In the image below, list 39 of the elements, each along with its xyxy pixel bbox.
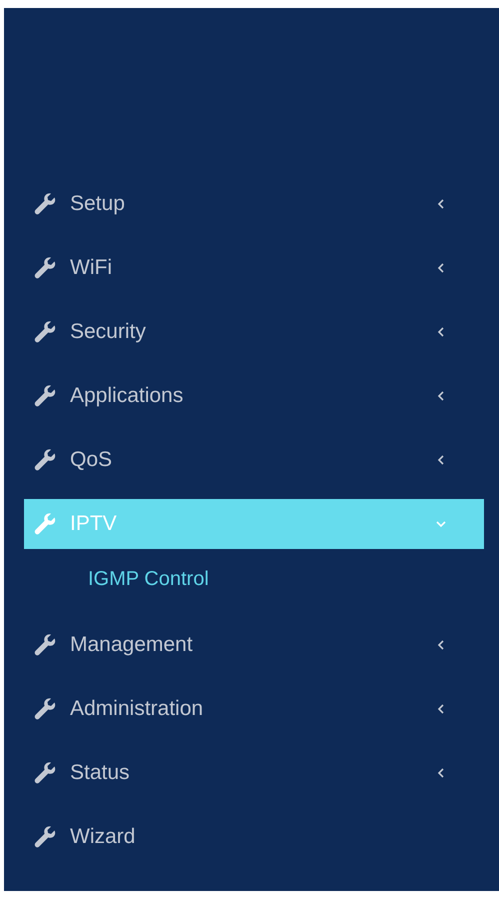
- menu-item[interactable]: Security: [24, 307, 484, 357]
- wrench-icon: [32, 697, 58, 721]
- chevron-left-icon: [436, 704, 446, 714]
- menu-item[interactable]: Status: [24, 748, 484, 798]
- menu-item-label: IPTV: [70, 512, 118, 536]
- wrench-icon: [32, 448, 58, 472]
- wrench-icon: [32, 512, 58, 536]
- menu-item-label: Management: [70, 633, 194, 657]
- menu-item-label: Setup: [70, 192, 126, 216]
- wrench-icon: [32, 384, 58, 408]
- menu-item[interactable]: Management: [24, 620, 484, 670]
- menu-item-label: Applications: [70, 384, 184, 408]
- wrench-icon: [32, 320, 58, 344]
- chevron-left-icon: [436, 455, 446, 465]
- menu-item[interactable]: WiFi: [24, 243, 484, 293]
- chevron-left-icon: [436, 199, 446, 209]
- menu-item[interactable]: Administration: [24, 684, 484, 734]
- menu-item[interactable]: Wizard: [24, 812, 484, 862]
- chevron-left-icon: [436, 640, 446, 650]
- wrench-icon: [32, 633, 58, 657]
- menu-item-label: Administration: [70, 697, 204, 721]
- menu-item-label: Wizard: [70, 825, 136, 849]
- menu-item[interactable]: Setup: [24, 179, 484, 229]
- menu-item[interactable]: QoS: [24, 435, 484, 485]
- chevron-left-icon: [436, 263, 446, 273]
- submenu-link[interactable]: IGMP Control: [88, 565, 209, 593]
- wrench-icon: [32, 761, 58, 785]
- wrench-icon: [32, 256, 58, 280]
- chevron-down-icon: [436, 519, 446, 529]
- chevron-left-icon: [436, 391, 446, 401]
- chevron-left-icon: [436, 327, 446, 337]
- chevron-left-icon: [436, 768, 446, 778]
- menu-item-label: Security: [70, 320, 147, 344]
- wrench-icon: [32, 192, 58, 216]
- menu-item-label: QoS: [70, 448, 114, 472]
- wrench-icon: [32, 825, 58, 849]
- menu-item[interactable]: Applications: [24, 371, 484, 421]
- menu-item-label: WiFi: [70, 256, 113, 280]
- menu-item-label: Status: [70, 761, 131, 785]
